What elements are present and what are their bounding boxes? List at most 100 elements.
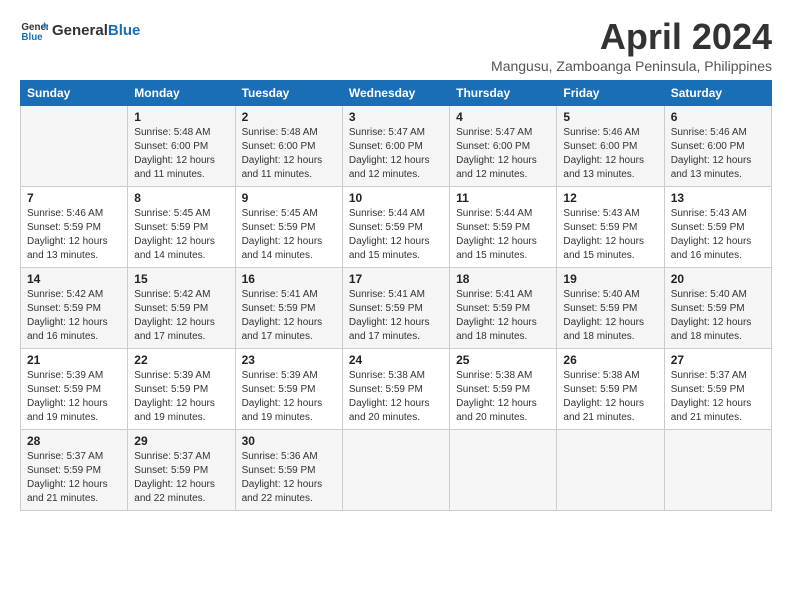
calendar-cell: 7 Sunrise: 5:46 AMSunset: 5:59 PMDaylight… bbox=[21, 187, 128, 268]
calendar-header-row: SundayMondayTuesdayWednesdayThursdayFrid… bbox=[21, 81, 772, 106]
calendar-table: SundayMondayTuesdayWednesdayThursdayFrid… bbox=[20, 80, 772, 511]
calendar-week-2: 7 Sunrise: 5:46 AMSunset: 5:59 PMDaylight… bbox=[21, 187, 772, 268]
day-number: 26 bbox=[563, 353, 657, 367]
calendar-cell: 23 Sunrise: 5:39 AMSunset: 5:59 PMDayligh… bbox=[235, 349, 342, 430]
day-detail: Sunrise: 5:40 AMSunset: 5:59 PMDaylight:… bbox=[671, 288, 765, 344]
day-number: 3 bbox=[349, 110, 443, 124]
calendar-cell: 10Sunrise: 5:44 AMSunset: 5:59 PMDayligh… bbox=[342, 187, 449, 268]
day-number: 2 bbox=[242, 110, 336, 124]
calendar-cell: 13 Sunrise: 5:43 AMSunset: 5:59 PMDayligh… bbox=[664, 187, 771, 268]
day-detail: Sunrise: 5:46 AMSunset: 6:00 PMDaylight:… bbox=[563, 126, 657, 182]
calendar-cell: 3 Sunrise: 5:47 AMSunset: 6:00 PMDaylight… bbox=[342, 106, 449, 187]
day-detail: Sunrise: 5:47 AMSunset: 6:00 PMDaylight:… bbox=[349, 126, 443, 182]
day-detail: Sunrise: 5:42 AMSunset: 5:59 PMDaylight:… bbox=[134, 288, 228, 344]
day-number: 5 bbox=[563, 110, 657, 124]
day-detail: Sunrise: 5:43 AMSunset: 5:59 PMDaylight:… bbox=[671, 207, 765, 263]
calendar-cell: 11Sunrise: 5:44 AMSunset: 5:59 PMDayligh… bbox=[450, 187, 557, 268]
day-number: 11 bbox=[456, 191, 550, 205]
calendar-cell: 25 Sunrise: 5:38 AMSunset: 5:59 PMDayligh… bbox=[450, 349, 557, 430]
calendar-cell: 20 Sunrise: 5:40 AMSunset: 5:59 PMDayligh… bbox=[664, 268, 771, 349]
day-detail: Sunrise: 5:39 AMSunset: 5:59 PMDaylight:… bbox=[27, 369, 121, 425]
calendar-cell: 14Sunrise: 5:42 AMSunset: 5:59 PMDayligh… bbox=[21, 268, 128, 349]
calendar-cell: 5 Sunrise: 5:46 AMSunset: 6:00 PMDaylight… bbox=[557, 106, 664, 187]
day-detail: Sunrise: 5:46 AMSunset: 5:59 PMDaylight:… bbox=[27, 207, 121, 263]
calendar-cell bbox=[557, 430, 664, 511]
day-detail: Sunrise: 5:41 AMSunset: 5:59 PMDaylight:… bbox=[349, 288, 443, 344]
logo-blue-text: Blue bbox=[108, 22, 141, 39]
day-detail: Sunrise: 5:45 AMSunset: 5:59 PMDaylight:… bbox=[242, 207, 336, 263]
day-number: 23 bbox=[242, 353, 336, 367]
month-title: April 2024 bbox=[491, 16, 772, 58]
calendar-cell: 26Sunrise: 5:38 AMSunset: 5:59 PMDayligh… bbox=[557, 349, 664, 430]
calendar-cell: 4Sunrise: 5:47 AMSunset: 6:00 PMDaylight… bbox=[450, 106, 557, 187]
day-detail: Sunrise: 5:40 AMSunset: 5:59 PMDaylight:… bbox=[563, 288, 657, 344]
day-number: 21 bbox=[27, 353, 121, 367]
day-detail: Sunrise: 5:48 AMSunset: 6:00 PMDaylight:… bbox=[134, 126, 228, 182]
calendar-cell: 2 Sunrise: 5:48 AMSunset: 6:00 PMDaylight… bbox=[235, 106, 342, 187]
logo: General Blue General Blue bbox=[20, 16, 140, 44]
day-number: 18 bbox=[456, 272, 550, 286]
day-number: 25 bbox=[456, 353, 550, 367]
day-header-friday: Friday bbox=[557, 81, 664, 106]
calendar-cell bbox=[21, 106, 128, 187]
calendar-cell: 1 Sunrise: 5:48 AMSunset: 6:00 PMDaylight… bbox=[128, 106, 235, 187]
logo-general-text: General bbox=[52, 22, 108, 39]
calendar-cell: 9Sunrise: 5:45 AMSunset: 5:59 PMDaylight… bbox=[235, 187, 342, 268]
day-detail: Sunrise: 5:37 AMSunset: 5:59 PMDaylight:… bbox=[671, 369, 765, 425]
day-number: 1 bbox=[134, 110, 228, 124]
calendar-cell: 17 Sunrise: 5:41 AMSunset: 5:59 PMDayligh… bbox=[342, 268, 449, 349]
day-detail: Sunrise: 5:38 AMSunset: 5:59 PMDaylight:… bbox=[456, 369, 550, 425]
day-detail: Sunrise: 5:37 AMSunset: 5:59 PMDaylight:… bbox=[27, 450, 121, 506]
day-detail: Sunrise: 5:43 AMSunset: 5:59 PMDaylight:… bbox=[563, 207, 657, 263]
day-number: 17 bbox=[349, 272, 443, 286]
calendar-week-5: 28 Sunrise: 5:37 AMSunset: 5:59 PMDayligh… bbox=[21, 430, 772, 511]
calendar-cell: 8 Sunrise: 5:45 AMSunset: 5:59 PMDaylight… bbox=[128, 187, 235, 268]
calendar-cell: 24 Sunrise: 5:38 AMSunset: 5:59 PMDayligh… bbox=[342, 349, 449, 430]
day-number: 29 bbox=[134, 434, 228, 448]
logo-icon: General Blue bbox=[20, 16, 48, 44]
day-number: 10 bbox=[349, 191, 443, 205]
day-detail: Sunrise: 5:45 AMSunset: 5:59 PMDaylight:… bbox=[134, 207, 228, 263]
day-detail: Sunrise: 5:47 AMSunset: 6:00 PMDaylight:… bbox=[456, 126, 550, 182]
day-detail: Sunrise: 5:48 AMSunset: 6:00 PMDaylight:… bbox=[242, 126, 336, 182]
day-number: 16 bbox=[242, 272, 336, 286]
day-number: 8 bbox=[134, 191, 228, 205]
calendar-cell bbox=[342, 430, 449, 511]
calendar-week-1: 1 Sunrise: 5:48 AMSunset: 6:00 PMDaylight… bbox=[21, 106, 772, 187]
day-header-thursday: Thursday bbox=[450, 81, 557, 106]
calendar-cell: 22Sunrise: 5:39 AMSunset: 5:59 PMDayligh… bbox=[128, 349, 235, 430]
calendar-cell: 19 Sunrise: 5:40 AMSunset: 5:59 PMDayligh… bbox=[557, 268, 664, 349]
day-number: 28 bbox=[27, 434, 121, 448]
day-header-saturday: Saturday bbox=[664, 81, 771, 106]
day-number: 24 bbox=[349, 353, 443, 367]
day-header-sunday: Sunday bbox=[21, 81, 128, 106]
day-number: 19 bbox=[563, 272, 657, 286]
day-detail: Sunrise: 5:37 AMSunset: 5:59 PMDaylight:… bbox=[134, 450, 228, 506]
day-detail: Sunrise: 5:46 AMSunset: 6:00 PMDaylight:… bbox=[671, 126, 765, 182]
calendar-week-3: 14 Sunrise: 5:42 AMSunset: 5:59 PMDayligh… bbox=[21, 268, 772, 349]
calendar-cell: 15 Sunrise: 5:42 AMSunset: 5:59 PMDayligh… bbox=[128, 268, 235, 349]
calendar-cell: 16 Sunrise: 5:41 AMSunset: 5:59 PMDayligh… bbox=[235, 268, 342, 349]
calendar-week-4: 21 Sunrise: 5:39 AMSunset: 5:59 PMDayligh… bbox=[21, 349, 772, 430]
svg-text:Blue: Blue bbox=[21, 32, 43, 43]
calendar-cell: 30Sunrise: 5:36 AMSunset: 5:59 PMDayligh… bbox=[235, 430, 342, 511]
calendar-cell: 6Sunrise: 5:46 AMSunset: 6:00 PMDaylight… bbox=[664, 106, 771, 187]
day-number: 15 bbox=[134, 272, 228, 286]
calendar-cell: 27 Sunrise: 5:37 AMSunset: 5:59 PMDayligh… bbox=[664, 349, 771, 430]
calendar-cell: 18 Sunrise: 5:41 AMSunset: 5:59 PMDayligh… bbox=[450, 268, 557, 349]
calendar-cell: 29 Sunrise: 5:37 AMSunset: 5:59 PMDayligh… bbox=[128, 430, 235, 511]
day-detail: Sunrise: 5:41 AMSunset: 5:59 PMDaylight:… bbox=[456, 288, 550, 344]
day-detail: Sunrise: 5:38 AMSunset: 5:59 PMDaylight:… bbox=[349, 369, 443, 425]
location-subtitle: Mangusu, Zamboanga Peninsula, Philippine… bbox=[491, 58, 772, 74]
day-number: 13 bbox=[671, 191, 765, 205]
day-detail: Sunrise: 5:39 AMSunset: 5:59 PMDaylight:… bbox=[242, 369, 336, 425]
day-detail: Sunrise: 5:41 AMSunset: 5:59 PMDaylight:… bbox=[242, 288, 336, 344]
calendar-body: 1 Sunrise: 5:48 AMSunset: 6:00 PMDaylight… bbox=[21, 106, 772, 511]
day-number: 27 bbox=[671, 353, 765, 367]
day-number: 20 bbox=[671, 272, 765, 286]
calendar-cell bbox=[450, 430, 557, 511]
day-number: 14 bbox=[27, 272, 121, 286]
calendar-cell bbox=[664, 430, 771, 511]
day-number: 7 bbox=[27, 191, 121, 205]
calendar-cell: 28 Sunrise: 5:37 AMSunset: 5:59 PMDayligh… bbox=[21, 430, 128, 511]
